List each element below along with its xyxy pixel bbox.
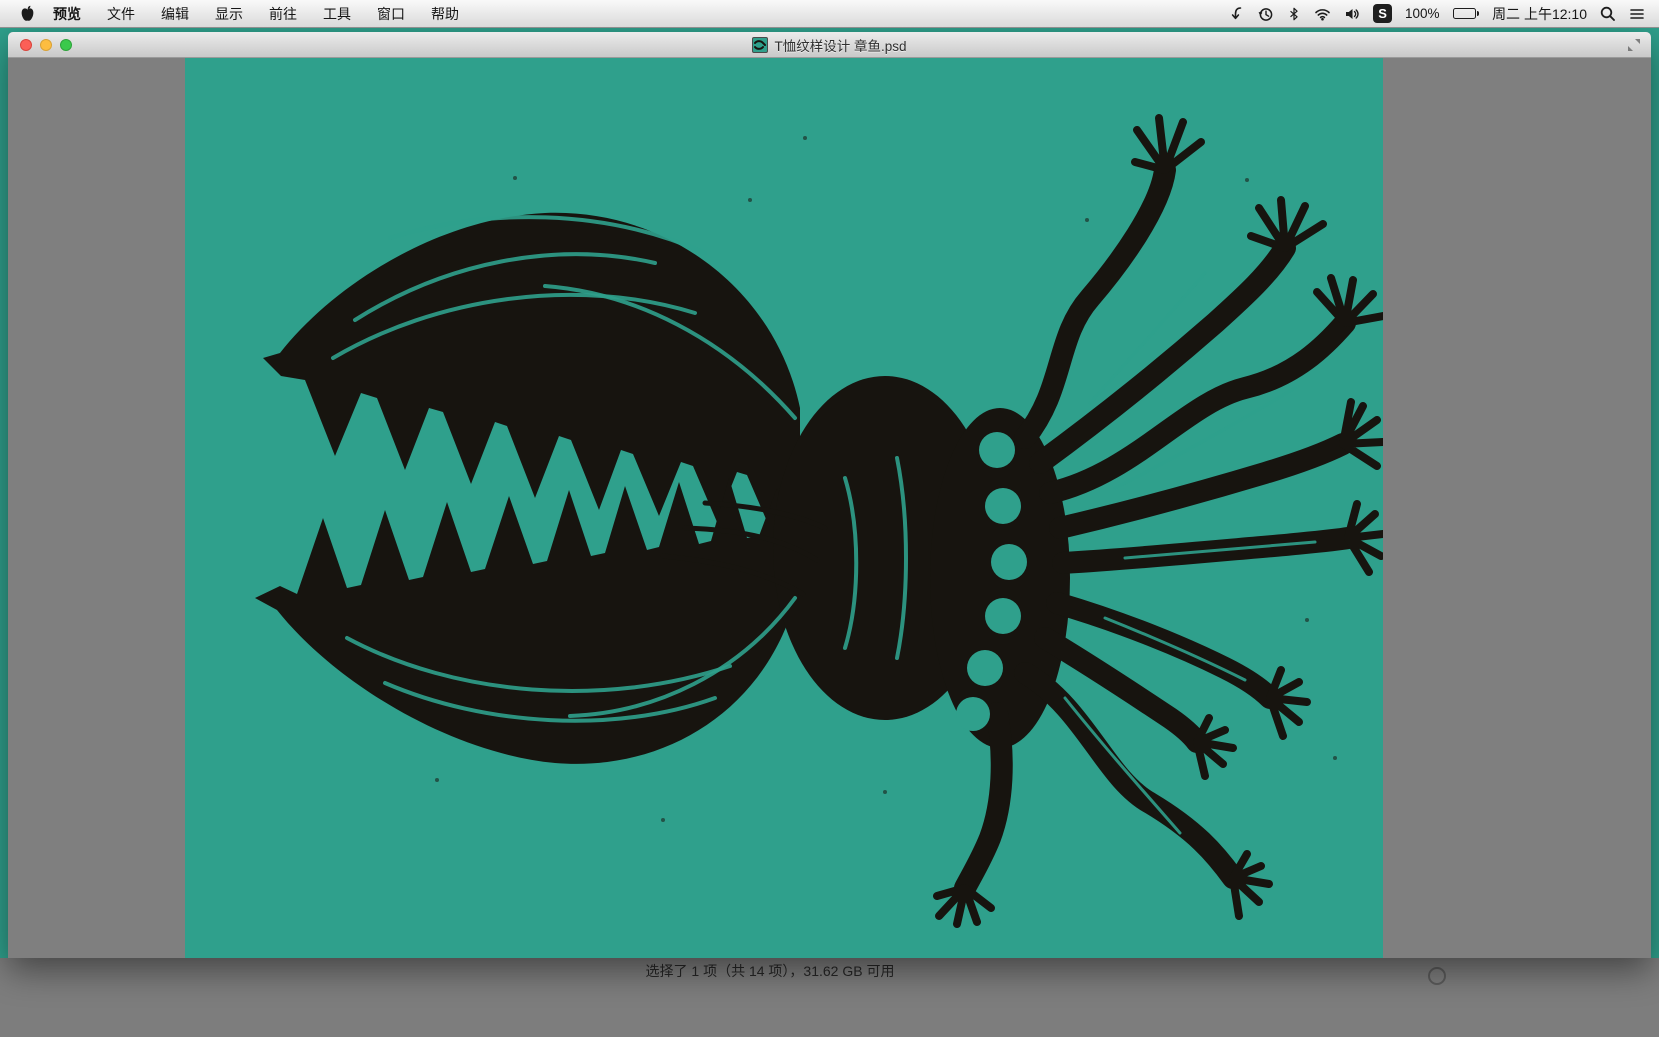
volume-icon[interactable] bbox=[1344, 0, 1360, 27]
window-title: T恤纹样设计 章鱼.psd bbox=[774, 35, 906, 55]
minimize-button[interactable] bbox=[40, 39, 52, 51]
title-bar[interactable]: T恤纹样设计 章鱼.psd bbox=[8, 32, 1651, 58]
bluetooth-icon[interactable] bbox=[1287, 0, 1301, 27]
octopus-artwork bbox=[185, 58, 1383, 958]
background-window-control bbox=[1428, 967, 1446, 985]
menu-item-help[interactable]: 帮助 bbox=[418, 0, 472, 27]
menu-item-window[interactable]: 窗口 bbox=[364, 0, 418, 27]
menu-item-go[interactable]: 前往 bbox=[256, 0, 310, 27]
menu-item-view[interactable]: 显示 bbox=[202, 0, 256, 27]
menu-item-tools[interactable]: 工具 bbox=[310, 0, 364, 27]
finder-status-text: 选择了 1 项（共 14 项），31.62 GB 可用 bbox=[470, 961, 1070, 981]
traffic-lights bbox=[20, 32, 72, 57]
notification-center-icon[interactable] bbox=[1629, 0, 1645, 27]
zoom-button[interactable] bbox=[60, 39, 72, 51]
fullscreen-button[interactable] bbox=[1627, 38, 1641, 52]
menu-bar: 预览 文件 编辑 显示 前往 工具 窗口 帮助 S 100% 周二 上午12:1… bbox=[0, 0, 1659, 28]
menu-bar-left: 预览 文件 编辑 显示 前往 工具 窗口 帮助 bbox=[0, 0, 472, 27]
menu-bar-status-area: S 100% 周二 上午12:10 bbox=[1229, 0, 1659, 27]
spotlight-icon[interactable] bbox=[1600, 0, 1616, 27]
preview-window: T恤纹样设计 章鱼.psd bbox=[8, 32, 1651, 958]
input-method-badge[interactable]: S bbox=[1373, 4, 1392, 23]
time-machine-icon[interactable] bbox=[1258, 0, 1274, 27]
download-arrow-icon[interactable] bbox=[1229, 0, 1245, 27]
battery-icon[interactable] bbox=[1453, 8, 1480, 19]
menu-bar-clock[interactable]: 周二 上午12:10 bbox=[1492, 4, 1587, 24]
title-wrap: T恤纹样设计 章鱼.psd bbox=[752, 35, 906, 55]
window-content bbox=[8, 58, 1651, 958]
background-finder-strip: 选择了 1 项（共 14 项），31.62 GB 可用 bbox=[0, 958, 1659, 1037]
apple-icon bbox=[20, 5, 35, 23]
document-icon bbox=[752, 37, 768, 53]
menu-item-edit[interactable]: 编辑 bbox=[148, 0, 202, 27]
close-button[interactable] bbox=[20, 39, 32, 51]
menu-item-file[interactable]: 文件 bbox=[94, 0, 148, 27]
battery-percent: 100% bbox=[1405, 6, 1440, 21]
image-canvas bbox=[185, 58, 1383, 958]
wifi-icon[interactable] bbox=[1314, 0, 1331, 27]
apple-menu[interactable] bbox=[14, 0, 40, 27]
menu-item-preview[interactable]: 预览 bbox=[40, 0, 94, 27]
